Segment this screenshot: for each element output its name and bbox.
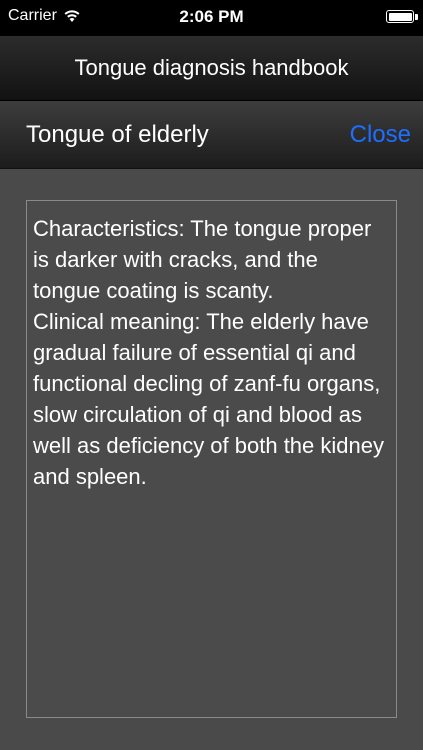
clinical-meaning-text: Clinical meaning: The elderly have gradu…	[33, 309, 384, 489]
app-title-bar: Tongue diagnosis handbook	[0, 36, 423, 101]
close-button[interactable]: Close	[350, 121, 411, 149]
battery-level	[388, 12, 412, 21]
battery-tip	[415, 14, 418, 20]
battery-icon	[386, 10, 414, 23]
app-title: Tongue diagnosis handbook	[74, 55, 349, 80]
clock: 2:06 PM	[179, 7, 244, 26]
characteristics-text: Characteristics: The tongue proper is da…	[33, 216, 372, 303]
page-title: Tongue of elderly	[26, 121, 209, 148]
navigation-bar: Tongue of elderly Close	[0, 101, 423, 169]
status-bar: Carrier 2:06 PM	[0, 0, 423, 36]
description-text-view[interactable]: Characteristics: The tongue proper is da…	[26, 200, 397, 718]
